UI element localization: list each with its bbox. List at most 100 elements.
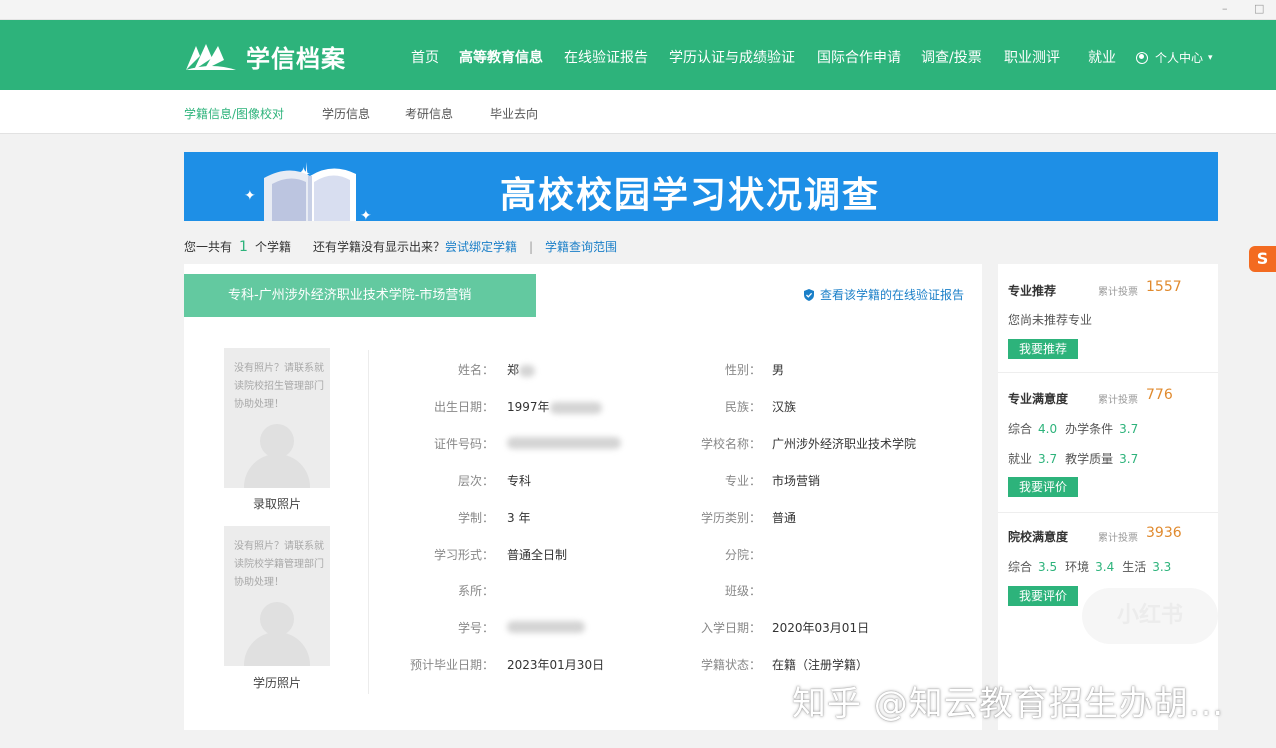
level-label: 层次： [457,474,494,488]
votes-count: 776 [1146,387,1173,403]
user-center-label: 个人中心 [1155,51,1204,65]
sub-nav: 学籍信息/图像校对 学历信息 考研信息 毕业去向 [0,90,1276,134]
id-number-label: 证件号码： [433,437,494,451]
enrollment-status-label: 学籍状态： [700,658,761,672]
votes-label: 累计投票 [1098,287,1138,298]
maximize-icon[interactable]: □ [1254,2,1264,15]
sogou-input-icon[interactable]: S [1249,246,1276,272]
nav-career-test[interactable]: 职业测评 [1004,47,1060,67]
chevron-down-icon: ▾ [1208,52,1213,63]
expected-graduation-value: 2023年01月30日 [507,658,605,672]
verification-report-label: 查看该学籍的在线验证报告 [819,288,964,302]
gender-label: 性别： [724,363,761,377]
person-silhouette-icon [260,602,294,636]
study-form-label: 学习形式： [433,548,494,562]
enrollment-title: 专科-广州涉外经济职业技术学院-市场营销 [184,274,536,317]
rating-sidebar: 专业推荐 累计投票 1557 您尚未推荐专业 我要推荐 专业满意度 累计投票 7… [998,264,1218,730]
id-number-value [507,435,621,449]
student-id-value [507,619,585,633]
enrollment-card: 专科-广州涉外经济职业技术学院-市场营销 查看该学籍的在线验证报告 没有照片？请… [184,264,982,730]
subnav-degree-info[interactable]: 学历信息 [322,105,370,122]
degree-photo-placeholder: 没有照片？请联系就读院校学籍管理部门协助处理！ [224,526,330,666]
enrollment-date-value: 2020年03月01日 [772,621,870,635]
recommend-button[interactable]: 我要推荐 [1008,339,1078,359]
admission-photo-placeholder: 没有照片？请联系就读院校招生管理部门协助处理！ [224,348,330,488]
person-silhouette-icon [260,424,294,458]
nav-survey[interactable]: 调查/投票 [921,47,982,67]
school-name-label: 学校名称： [700,437,761,451]
department-label: 系所： [457,584,494,598]
enrollment-date-label: 入学日期： [700,621,761,635]
major-recommend-title: 专业推荐 [1008,284,1057,298]
user-icon [1136,51,1148,64]
votes-label: 累计投票 [1098,533,1138,544]
ethnicity-value: 汉族 [772,400,797,414]
votes-label: 累计投票 [1098,395,1138,406]
expected-graduation-label: 预计毕业日期： [409,658,494,672]
site-logo[interactable]: 学信档案 [184,40,346,73]
name-label: 姓名： [457,363,494,377]
shield-icon [803,288,814,301]
subnav-graduate-destination[interactable]: 毕业去向 [490,105,538,122]
nav-higher-education[interactable]: 高等教育信息 [459,47,543,67]
divider [368,350,369,694]
summary-prefix: 您一共有 [184,240,233,254]
enrollment-summary: 您一共有 1 个学籍 还有学籍没有显示出来？ 尝试绑定学籍 | 学籍查询范围 [184,238,617,255]
school-satisfaction-title: 院校满意度 [1008,530,1069,544]
degree-photo-label: 学历照片 [252,676,301,690]
subnav-enrollment-info[interactable]: 学籍信息/图像校对 [184,105,284,122]
major-label: 专业： [724,474,761,488]
summary-suffix: 个学籍 [254,240,291,254]
level-value: 专科 [507,474,532,488]
xiaohongshu-watermark: 小红书 [1082,588,1218,644]
minimize-icon[interactable]: – [1222,2,1228,15]
site-header: 学信档案 首页 高等教育信息 在线验证报告 学历认证与成绩验证 国际合作申请 调… [0,20,1276,90]
photo-missing-text: 没有照片？请联系就读院校学籍管理部门协助处理！ [234,541,324,588]
bind-enrollment-link[interactable]: 尝试绑定学籍 [445,238,517,255]
query-scope-link[interactable]: 学籍查询范围 [545,238,617,255]
ethnicity-label: 民族： [724,400,761,414]
rate-school-button[interactable]: 我要评价 [1008,586,1078,606]
gender-value: 男 [772,363,785,377]
rate-major-button[interactable]: 我要评价 [1008,477,1078,497]
duration-label: 学制： [457,511,494,525]
major-satisfaction-title: 专业满意度 [1008,392,1069,406]
rating-row: 综合 4.0 办学条件 3.7 [1008,422,1139,436]
major-value: 市场营销 [772,474,821,488]
rating-row: 综合 3.5 环境 3.4 生活 3.3 [1008,560,1172,574]
banner-title: 高校校园学习状况调查 [500,175,881,216]
photo-missing-text: 没有照片？请联系就读院校招生管理部门协助处理！ [234,363,324,410]
education-type-label: 学历类别： [700,511,761,525]
study-form-value: 普通全日制 [507,548,568,562]
votes-count: 1557 [1146,279,1182,295]
name-value: 郑 [507,361,536,378]
logo-wave-icon [186,44,236,70]
logo-text: 学信档案 [246,44,346,73]
open-book-icon: ✦ ✦ ✦ [244,162,372,221]
class-label: 班级： [724,584,761,598]
nav-degree-certification[interactable]: 学历认证与成绩验证 [669,47,795,67]
summary-separator: | [528,239,534,254]
rating-row: 就业 3.7 教学质量 3.7 [1008,452,1139,466]
svg-text:✦: ✦ [360,208,372,221]
duration-value: 3 年 [507,511,531,525]
votes-count: 3936 [1146,525,1182,541]
nav-jobs[interactable]: 就业 [1088,47,1116,67]
school-name-value: 广州涉外经济职业技术学院 [772,437,917,451]
verification-report-link[interactable]: 查看该学籍的在线验证报告 [803,286,964,303]
missing-enrollment-text: 还有学籍没有显示出来？ [312,240,445,254]
enrollment-status-value: 在籍（注册学籍） [772,658,869,672]
subnav-postgrad-info[interactable]: 考研信息 [405,105,453,122]
birth-date-label: 出生日期： [433,400,494,414]
admission-photo-label: 录取照片 [252,497,301,511]
user-center-menu[interactable]: 个人中心 ▾ [1136,49,1213,66]
nav-home[interactable]: 首页 [411,47,439,67]
branch-label: 分院： [724,548,761,562]
student-id-label: 学号： [457,621,494,635]
nav-online-verification[interactable]: 在线验证报告 [564,47,648,67]
nav-international[interactable]: 国际合作申请 [817,47,901,67]
enrollment-count: 1 [239,238,248,255]
survey-banner[interactable]: ✦ ✦ ✦ 高校校园学习状况调查 [184,152,1218,221]
education-type-value: 普通 [772,511,797,525]
no-recommendation-text: 您尚未推荐专业 [1008,313,1093,327]
